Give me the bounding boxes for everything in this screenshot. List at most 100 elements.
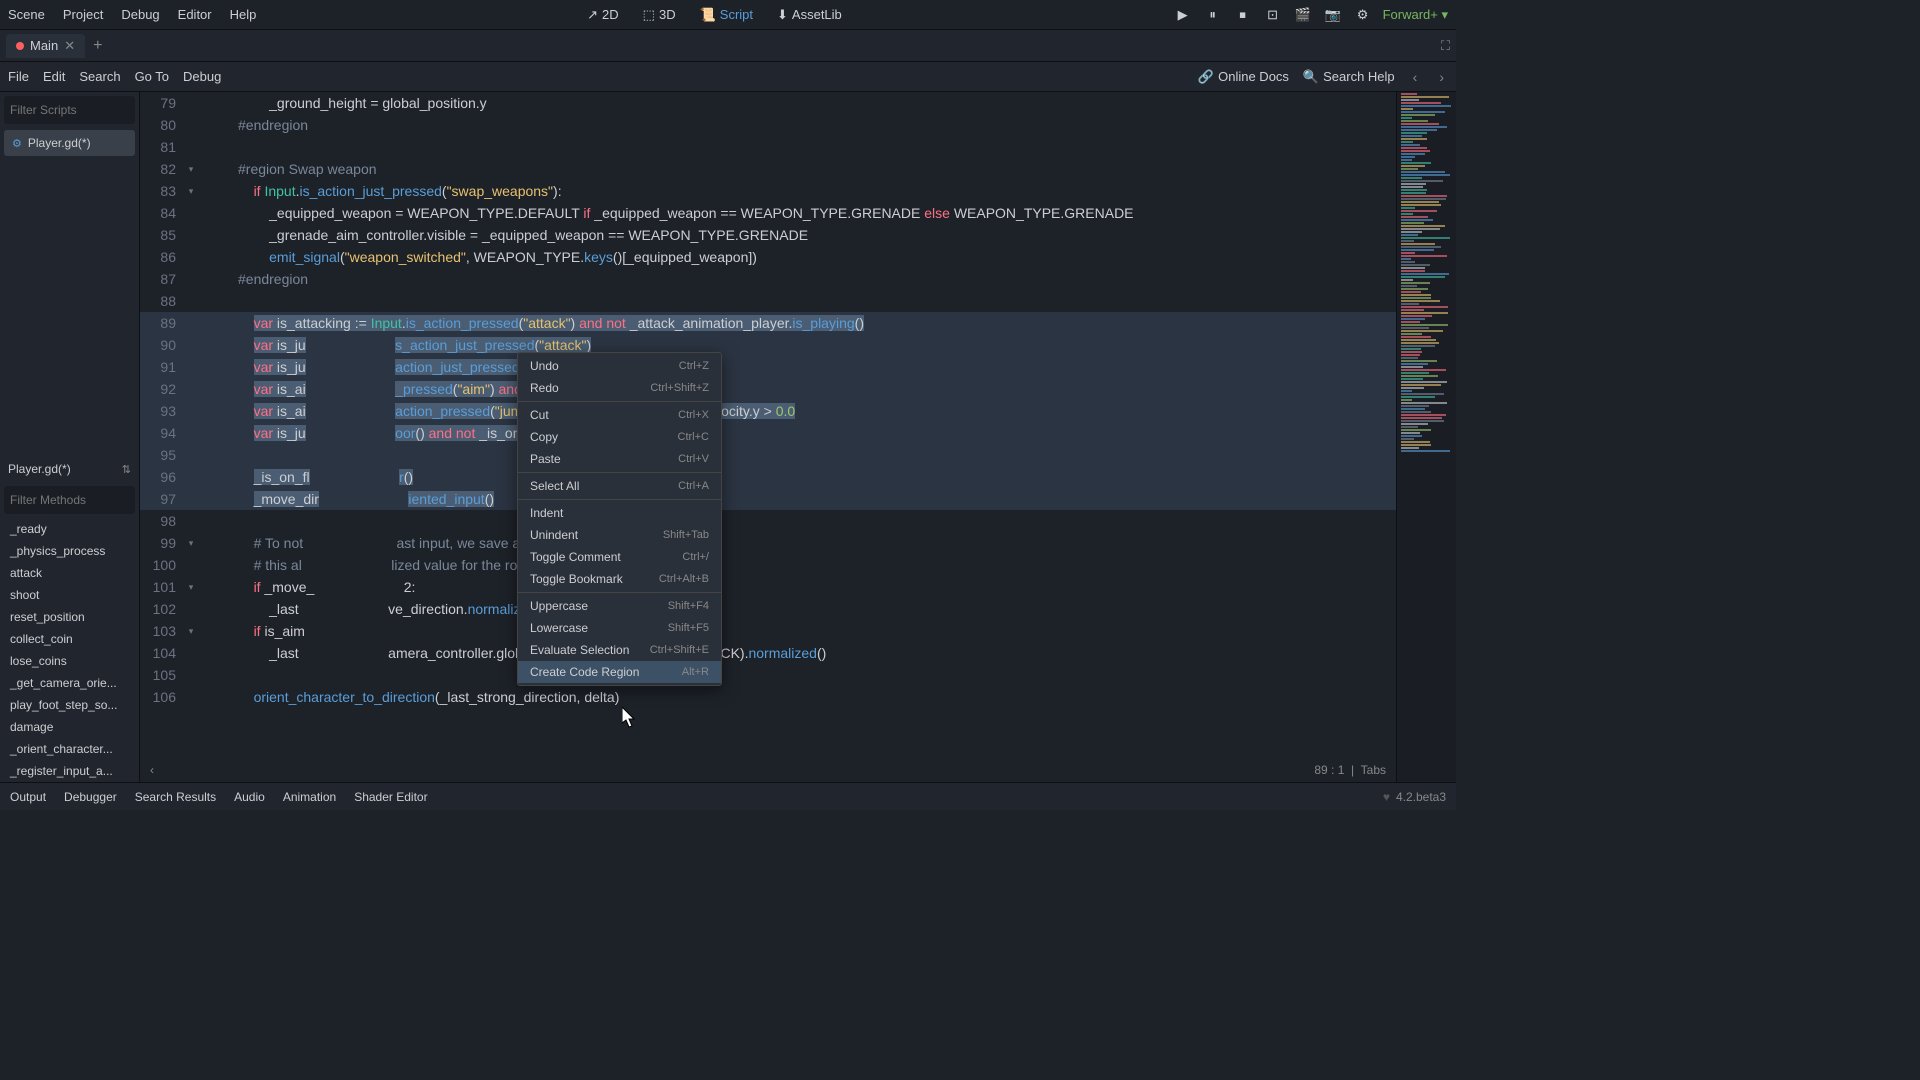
scene-tab-main[interactable]: Main ✕ [6,34,85,58]
code-line[interactable]: 100 # this al lized value for the rotati… [140,554,1396,576]
toolbar-file[interactable]: File [8,69,29,84]
bottom-tab-search[interactable]: Search Results [135,790,216,804]
method-item[interactable]: _orient_character... [0,738,139,760]
method-item[interactable]: play_foot_step_so... [0,694,139,716]
context-menu-item[interactable]: Indent [518,502,721,524]
camera-icon[interactable]: 📷 [1323,5,1343,25]
toolbar-search[interactable]: Search [79,69,120,84]
code-line[interactable]: 97 _move_dir iented_input() [140,488,1396,510]
menu-editor[interactable]: Editor [178,7,212,22]
context-menu-item[interactable]: Toggle CommentCtrl+/ [518,546,721,568]
minimap[interactable] [1396,92,1456,782]
settings-icon[interactable]: ⚙ [1353,5,1373,25]
code-line[interactable]: 96 _is_on_fl r() [140,466,1396,488]
context-menu-item[interactable]: CopyCtrl+C [518,426,721,448]
view-3d-button[interactable]: ⬚ 3D [637,5,682,25]
code-line[interactable]: 86 emit_signal("weapon_switched", WEAPON… [140,246,1396,268]
view-script-button[interactable]: 📜 Script [694,5,759,25]
code-line[interactable]: 87 #endregion [140,268,1396,290]
code-line[interactable]: 81 [140,136,1396,158]
code-line[interactable]: 93 var is_ai action_pressed("jump") and … [140,400,1396,422]
context-menu-item[interactable]: Create Code RegionAlt+R [518,661,721,683]
code-line[interactable]: 80 #endregion [140,114,1396,136]
code-line[interactable]: 106 orient_character_to_direction(_last_… [140,686,1396,708]
remote-icon[interactable]: ⊡ [1263,5,1283,25]
code-line[interactable]: 104 _last amera_controller.global_transf… [140,642,1396,664]
context-menu-separator [518,401,721,402]
code-line[interactable]: 85 _grenade_aim_controller.visible = _eq… [140,224,1396,246]
menu-scene[interactable]: Scene [8,7,45,22]
toolbar-debug[interactable]: Debug [183,69,221,84]
toolbar-edit[interactable]: Edit [43,69,65,84]
render-mode-dropdown[interactable]: Forward+ ▾ [1383,7,1448,23]
movie-icon[interactable]: 🎬 [1293,5,1313,25]
code-line[interactable]: 92 var is_ai _pressed("aim") and is_on_f… [140,378,1396,400]
code-line[interactable]: 82▾ #region Swap weapon [140,158,1396,180]
method-item[interactable]: _get_camera_orie... [0,672,139,694]
code-line[interactable]: 94 var is_ju oor() and not _is_on_floor_… [140,422,1396,444]
code-line[interactable]: 90 var is_ju s_action_just_pressed("atta… [140,334,1396,356]
code-line[interactable]: 105 [140,664,1396,686]
method-item[interactable]: lose_coins [0,650,139,672]
unsaved-dot-icon [16,42,24,50]
code-line[interactable]: 99▾ # To not ast input, we save a last s… [140,532,1396,554]
code-line[interactable]: 89 var is_attacking := Input.is_action_p… [140,312,1396,334]
online-docs-button[interactable]: 🔗 Online Docs [1198,69,1289,85]
indent-mode[interactable]: Tabs [1361,763,1386,777]
context-menu-item[interactable]: Select AllCtrl+A [518,475,721,497]
code-line[interactable]: 95 [140,444,1396,466]
script-list-item[interactable]: ⚙ Player.gd(*) [4,130,135,156]
context-menu-item[interactable]: UndoCtrl+Z [518,355,721,377]
context-menu-item[interactable]: RedoCtrl+Shift+Z [518,377,721,399]
code-line[interactable]: 84 _equipped_weapon = WEAPON_TYPE.DEFAUL… [140,202,1396,224]
stop-icon[interactable]: ⏹ [1233,5,1253,25]
toolbar-goto[interactable]: Go To [135,69,169,84]
pause-icon[interactable]: ⏸ [1203,5,1223,25]
bottom-tab-animation[interactable]: Animation [283,790,336,804]
bottom-tab-debugger[interactable]: Debugger [64,790,117,804]
menu-debug[interactable]: Debug [121,7,159,22]
bottom-tab-output[interactable]: Output [10,790,46,804]
menu-help[interactable]: Help [230,7,257,22]
context-menu-item[interactable]: PasteCtrl+V [518,448,721,470]
search-help-button[interactable]: 🔍 Search Help [1303,69,1395,85]
context-menu-item[interactable]: UppercaseShift+F4 [518,595,721,617]
context-menu-item[interactable]: UnindentShift+Tab [518,524,721,546]
sort-icon[interactable]: ⇅ [122,463,131,476]
close-tab-icon[interactable]: ✕ [64,38,75,54]
code-line[interactable]: 102 _last ve_direction.normalized() [140,598,1396,620]
method-item[interactable]: _physics_process [0,540,139,562]
code-line[interactable]: 88 [140,290,1396,312]
method-item[interactable]: damage [0,716,139,738]
method-item[interactable]: _ready [0,518,139,540]
context-menu-item[interactable]: LowercaseShift+F5 [518,617,721,639]
script-left-panel: 🔍 ⚙ Player.gd(*) Player.gd(*) ⇅ 🔍 _ready… [0,92,140,782]
code-line[interactable]: 101▾ if _move_ 2: [140,576,1396,598]
code-line[interactable]: 103▾ if is_aim [140,620,1396,642]
nav-forward-icon[interactable]: › [1435,69,1448,85]
code-line[interactable]: 98 [140,510,1396,532]
code-line[interactable]: 83▾ if Input.is_action_just_pressed("swa… [140,180,1396,202]
nav-back-icon[interactable]: ‹ [1409,69,1422,85]
method-item[interactable]: attack [0,562,139,584]
view-2d-button[interactable]: ↗ 2D [581,5,625,25]
play-icon[interactable]: ▶ [1173,5,1193,25]
code-line[interactable]: 91 var is_ju action_just_pressed("jump")… [140,356,1396,378]
context-menu-item[interactable]: CutCtrl+X [518,404,721,426]
bottom-tab-audio[interactable]: Audio [234,790,265,804]
method-item[interactable]: shoot [0,584,139,606]
method-item[interactable]: _register_input_a... [0,760,139,782]
bottom-tab-shader[interactable]: Shader Editor [354,790,427,804]
context-menu-separator [518,472,721,473]
context-menu-item[interactable]: Evaluate SelectionCtrl+Shift+E [518,639,721,661]
method-item[interactable]: reset_position [0,606,139,628]
view-assetlib-button[interactable]: ⬇ AssetLib [771,5,848,25]
code-editor[interactable]: 79 _ground_height = global_position.y80 … [140,92,1396,782]
context-menu-item[interactable]: Toggle BookmarkCtrl+Alt+B [518,568,721,590]
menu-project[interactable]: Project [63,7,103,22]
add-tab-button[interactable]: + [93,37,102,55]
code-line[interactable]: 79 _ground_height = global_position.y [140,92,1396,114]
method-item[interactable]: collect_coin [0,628,139,650]
breadcrumb-back-icon[interactable]: ‹ [150,763,154,777]
expand-icon[interactable]: ⛶ [1441,38,1450,54]
